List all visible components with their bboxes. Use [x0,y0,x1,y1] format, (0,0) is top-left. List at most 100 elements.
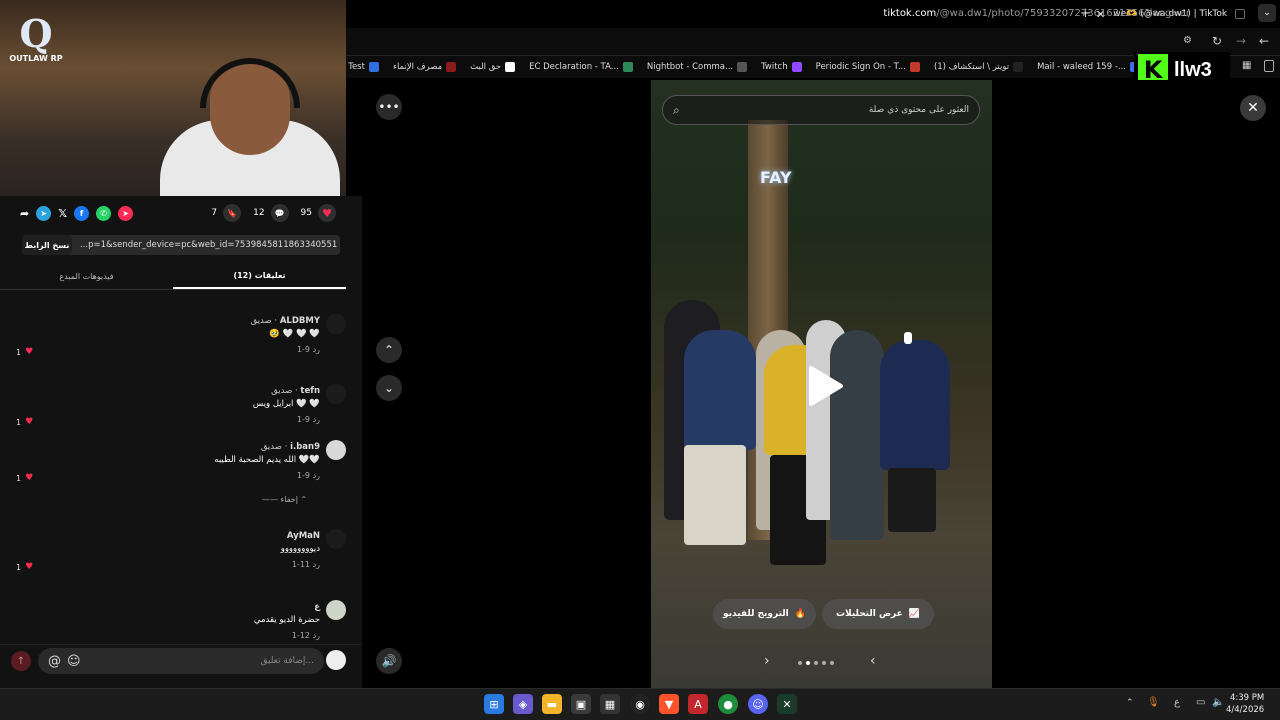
copilot-icon[interactable]: ◈ [513,694,533,714]
send-comment-button[interactable]: ↑ [11,651,31,671]
discord-icon[interactable]: ☺ [748,694,768,714]
start-icon[interactable]: ⊞ [484,694,504,714]
mention-icon[interactable]: @ [48,654,61,669]
side-panel-icon[interactable] [1264,60,1274,72]
comment-avatar[interactable] [326,529,346,549]
save-button[interactable]: 7 🔖 [211,204,242,222]
comment-author[interactable]: AyMaN [80,531,320,541]
comment-avatar[interactable] [326,600,346,620]
reload-icon[interactable]: ↻ [1212,34,1222,48]
comment-like-button[interactable]: 1 ♥ [16,417,33,427]
bookmark-item[interactable]: Speed Test [346,62,379,72]
person [830,330,884,540]
telegram-icon[interactable]: ➤ [36,205,52,221]
comment-date: 9-1 [296,415,311,424]
post-actions: ➦ ➤ 𝕏 f ✆ ➤ 7 🔖 12 💬 95 ♥ [0,200,346,226]
comment-avatar[interactable] [326,440,346,460]
adobe-icon[interactable]: A [688,694,708,714]
store-icon[interactable]: ▣ [571,694,591,714]
back-icon[interactable]: ← [1259,34,1269,48]
tab-comments[interactable]: (12) تعليقات [173,264,346,289]
pagination-dot[interactable] [806,661,810,665]
pagination-dot[interactable] [798,661,802,665]
comment-input[interactable]: @ ☺ إضافة تعليق... [38,648,324,674]
share-arrow-icon[interactable]: ➦ [20,207,29,220]
terminal-icon[interactable]: ✕ [777,694,797,714]
play-icon[interactable] [805,364,845,408]
speaker-icon[interactable]: 🔈 [1212,697,1224,708]
microphone-icon[interactable]: 🎙 [1147,697,1160,708]
site-settings-icon[interactable]: ⚙ [1183,35,1192,46]
system-clock[interactable]: 4:39 PM 4/4/2026 [1226,692,1264,716]
reply-button[interactable]: رد [313,415,320,424]
more-options-icon[interactable]: ••• [376,94,402,120]
search-placeholder: العثور على محتوى ذي صلة [868,105,969,115]
comment-button[interactable]: 12 💬 [253,204,289,222]
close-viewer-icon[interactable]: ✕ [1240,95,1266,121]
bookmark-item[interactable]: Twitch [761,62,802,72]
chrome-icon[interactable]: ● [718,694,738,714]
bookmark-favicon-icon [1013,62,1024,72]
file-explorer-icon[interactable]: ▬ [542,694,562,714]
bookmark-icon: 🔖 [223,204,242,222]
chart-icon: 📈 [908,609,921,619]
previous-photo-icon[interactable]: ‹ [870,653,876,669]
brave-icon[interactable]: ▼ [659,694,679,714]
comment-author[interactable]: صديق · tefn [80,386,320,396]
pagination-dot[interactable] [814,661,818,665]
apps-grid-icon[interactable]: ▦ [1242,60,1251,71]
bookmark-item[interactable]: حق البث [470,62,516,72]
bookmark-item[interactable]: Periodic Sign On - T... [816,62,920,72]
comment-avatar[interactable] [326,384,346,404]
send-to-friends-icon[interactable]: ➤ [118,205,134,221]
tab-creator-videos[interactable]: فيديوهات المبدع [0,264,173,289]
related-content-search[interactable]: ⌕ العثور على محتوى ذي صلة [662,95,980,125]
bookmark-item[interactable]: Mail - waleed 159 -... [1037,62,1140,72]
mouse-cursor [904,332,912,344]
input-language[interactable]: ع [1174,697,1180,708]
bookmark-item[interactable]: مصرف الإنماء [393,62,457,72]
analytics-label: عرض التحليلات [835,609,903,619]
like-button[interactable]: 95 ♥ [301,204,336,222]
obs-icon[interactable]: ◉ [630,694,650,714]
bookmark-item[interactable]: Nightbot - Comma... [647,62,748,72]
network-icon[interactable]: ▭ [1196,697,1205,708]
bookmark-favicon-icon [368,62,379,72]
reply-button[interactable]: رد [313,631,320,640]
hide-replies-button[interactable]: —— إخفاء ⌃ [262,495,307,504]
previous-post-icon[interactable]: ⌃ [376,337,402,363]
comment-avatar[interactable] [326,314,346,334]
reply-button[interactable]: رد [313,560,320,569]
comment-like-button[interactable]: 1 ♥ [16,473,33,483]
tab-list-icon[interactable]: ⌄ [1258,4,1276,22]
comment-author[interactable]: صديق · ALDBMY [80,316,320,326]
pagination-dot[interactable] [822,661,826,665]
bookmark-favicon-icon [791,62,802,72]
pagination-dot[interactable] [830,661,834,665]
comment-like-button[interactable]: 1 ♥ [16,562,33,572]
copy-link-button[interactable]: نسخ الرابط [22,235,72,255]
calculator-icon[interactable]: ▦ [600,694,620,714]
reply-button[interactable]: رد [313,345,320,354]
bookmark-item[interactable]: EC Declaration - TA... [529,62,633,72]
reply-button[interactable]: رد [313,471,320,480]
x-icon[interactable]: 𝕏 [58,207,67,220]
hide-label: إخفاء [280,495,298,504]
promote-video-button[interactable]: الترويج للفيديو 🔥 [713,599,816,629]
emoji-icon[interactable]: ☺ [67,654,81,669]
view-analytics-button[interactable]: عرض التحليلات 📈 [822,599,934,629]
volume-icon[interactable]: 🔊 [376,648,402,674]
next-photo-icon[interactable]: › [764,653,770,669]
url-text[interactable]: tiktok.com/@wa.dw1/photo/759332072736162… [883,8,1190,19]
bookmark-item[interactable]: (1) تويتر \ استكشاف [934,62,1024,72]
share-link-box: نسخ الرابط ...p=1&sender_device=pc&web_i… [22,235,340,255]
whatsapp-icon[interactable]: ✆ [96,205,112,221]
comment-like-button[interactable]: 1 ♥ [16,347,33,357]
tray-overflow-icon[interactable]: ⌃ [1126,698,1134,708]
next-post-icon[interactable]: ⌄ [376,375,402,401]
comment-author[interactable]: ع [80,602,320,612]
facebook-icon[interactable]: f [74,205,90,221]
forward-icon[interactable]: → [1236,34,1246,48]
heart-icon: ♥ [25,347,34,357]
comment-author[interactable]: صديق · i.ban9 [80,442,320,452]
